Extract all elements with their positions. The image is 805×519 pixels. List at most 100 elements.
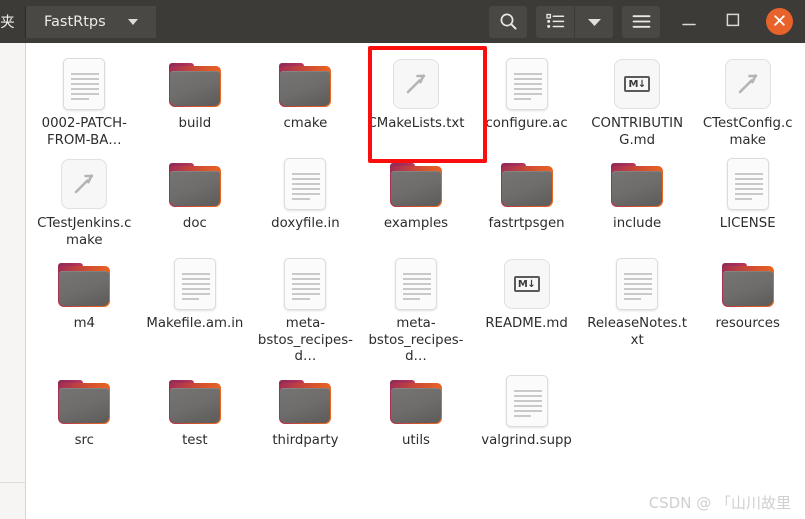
file-item[interactable]: Makefile.am.in — [140, 249, 251, 366]
file-item[interactable]: 0002-PATCH-FROM-BA… — [29, 49, 140, 149]
file-item-icon — [389, 157, 443, 211]
file-icon-lines — [734, 173, 763, 203]
file-item[interactable]: M↓ CONTRIBUTING.md — [582, 49, 693, 149]
file-item[interactable]: build — [140, 49, 251, 149]
hamburger-menu-icon — [632, 14, 651, 29]
titlebar: 夹 FastRtps — [0, 0, 805, 43]
file-item[interactable]: CTestJenkins.cmake — [29, 149, 140, 249]
file-item-icon — [500, 374, 554, 428]
file-item-label: LICENSE — [719, 216, 776, 231]
file-item[interactable]: ReleaseNotes.txt — [582, 249, 693, 366]
file-item[interactable]: src — [29, 366, 140, 450]
file-item[interactable]: valgrind.supp — [471, 366, 582, 450]
file-item[interactable]: meta-bstos_recipes-d… — [250, 249, 361, 366]
file-item-icon — [721, 57, 775, 111]
file-item-label: doc — [182, 216, 207, 231]
markdown-glyph: M↓ — [624, 76, 651, 92]
folder-icon-front — [169, 171, 220, 206]
file-item[interactable]: meta-bstos_recipes-d… — [361, 249, 472, 366]
search-icon — [499, 12, 518, 31]
text-file-icon — [394, 258, 437, 310]
file-item[interactable]: include — [582, 149, 693, 249]
file-item-label: doxyfile.in — [271, 216, 340, 231]
file-item-label: utils — [402, 432, 430, 448]
hamburger-menu-button[interactable] — [622, 5, 660, 38]
search-button[interactable] — [489, 5, 527, 38]
file-item-icon — [500, 157, 554, 211]
file-item-icon — [168, 257, 222, 311]
file-item[interactable]: cmake — [250, 49, 361, 149]
text-file-icon — [173, 258, 216, 310]
markdown-file-icon: M↓ — [503, 259, 550, 309]
file-item-label: meta-bstos_recipes-d… — [368, 316, 464, 364]
cmake-hammer-icon — [61, 159, 108, 209]
search-group — [489, 5, 527, 38]
file-item[interactable]: test — [140, 366, 251, 450]
view-options-dropdown-button[interactable] — [574, 5, 613, 38]
file-item-icon — [610, 257, 664, 311]
breadcrumb-parent-label: 夹 — [0, 15, 15, 31]
text-file-icon — [505, 58, 548, 110]
file-icon-lines — [402, 273, 431, 303]
file-item-icon — [721, 157, 775, 211]
window-body: 0002-PATCH-FROM-BA… build cmake CMakeLists.… — [0, 43, 805, 519]
folder-icon-front — [501, 171, 552, 206]
folder-icon — [611, 163, 664, 207]
file-item[interactable]: examples — [361, 149, 472, 249]
breadcrumb-current-button[interactable]: FastRtps — [26, 5, 156, 38]
file-item-label: CMakeLists.txt — [367, 116, 465, 131]
menu-group — [622, 5, 660, 38]
folder-icon — [58, 379, 111, 424]
titlebar-controls — [480, 0, 805, 43]
file-item[interactable]: M↓ README.md — [471, 249, 582, 366]
close-button[interactable] — [766, 8, 793, 35]
sidebar-places-panel[interactable] — [0, 43, 26, 519]
markdown-file-icon: M↓ — [614, 59, 661, 109]
file-item-icon — [168, 157, 222, 211]
file-icon-lines — [513, 73, 542, 103]
folder-icon-front — [722, 271, 773, 306]
file-icon-lines — [624, 273, 653, 303]
file-item[interactable]: CMakeLists.txt — [361, 49, 472, 149]
file-item[interactable]: configure.ac — [471, 49, 582, 149]
folder-icon — [500, 163, 553, 207]
folder-icon-front — [59, 387, 110, 423]
maximize-icon — [726, 12, 740, 31]
file-item[interactable]: CTestConfig.cmake — [692, 49, 803, 149]
file-item-icon — [57, 257, 111, 311]
file-item-label: CONTRIBUTING.md — [591, 116, 684, 148]
file-item-icon — [57, 374, 111, 428]
file-item-icon: M↓ — [610, 57, 664, 111]
breadcrumb-current-label: FastRtps — [44, 13, 106, 30]
file-item[interactable]: doc — [140, 149, 251, 249]
folder-icon — [279, 63, 332, 107]
file-item[interactable]: utils — [361, 366, 472, 450]
file-grid-view[interactable]: 0002-PATCH-FROM-BA… build cmake CMakeLists.… — [27, 43, 805, 519]
file-icon-lines — [292, 173, 321, 203]
file-item[interactable]: m4 — [29, 249, 140, 366]
file-item[interactable]: LICENSE — [692, 149, 803, 249]
folder-icon-front — [390, 171, 441, 206]
file-item-label: valgrind.supp — [481, 432, 572, 448]
file-item-icon — [500, 57, 554, 111]
file-item[interactable]: fastrtpsgen — [471, 149, 582, 249]
folder-icon-front — [390, 387, 441, 423]
breadcrumb-parent-button[interactable]: 夹 — [0, 5, 26, 38]
sidebar-divider — [0, 482, 26, 483]
folder-icon-front — [169, 387, 220, 423]
chevron-down-icon — [128, 18, 138, 25]
text-file-icon — [284, 258, 327, 310]
file-item[interactable]: thirdparty — [250, 366, 361, 450]
file-item[interactable]: resources — [692, 249, 803, 366]
maximize-button[interactable] — [718, 7, 748, 37]
file-item[interactable]: doxyfile.in — [250, 149, 361, 249]
list-view-icon — [545, 13, 565, 30]
list-view-button[interactable] — [536, 5, 574, 38]
minimize-button[interactable] — [674, 7, 704, 37]
file-item-label: ReleaseNotes.txt — [587, 316, 688, 348]
file-item-icon — [721, 257, 775, 311]
file-icon-lines — [292, 273, 321, 303]
text-file-icon — [284, 158, 327, 210]
file-grid-empty-cell — [692, 366, 803, 450]
chevron-down-icon — [587, 17, 602, 27]
